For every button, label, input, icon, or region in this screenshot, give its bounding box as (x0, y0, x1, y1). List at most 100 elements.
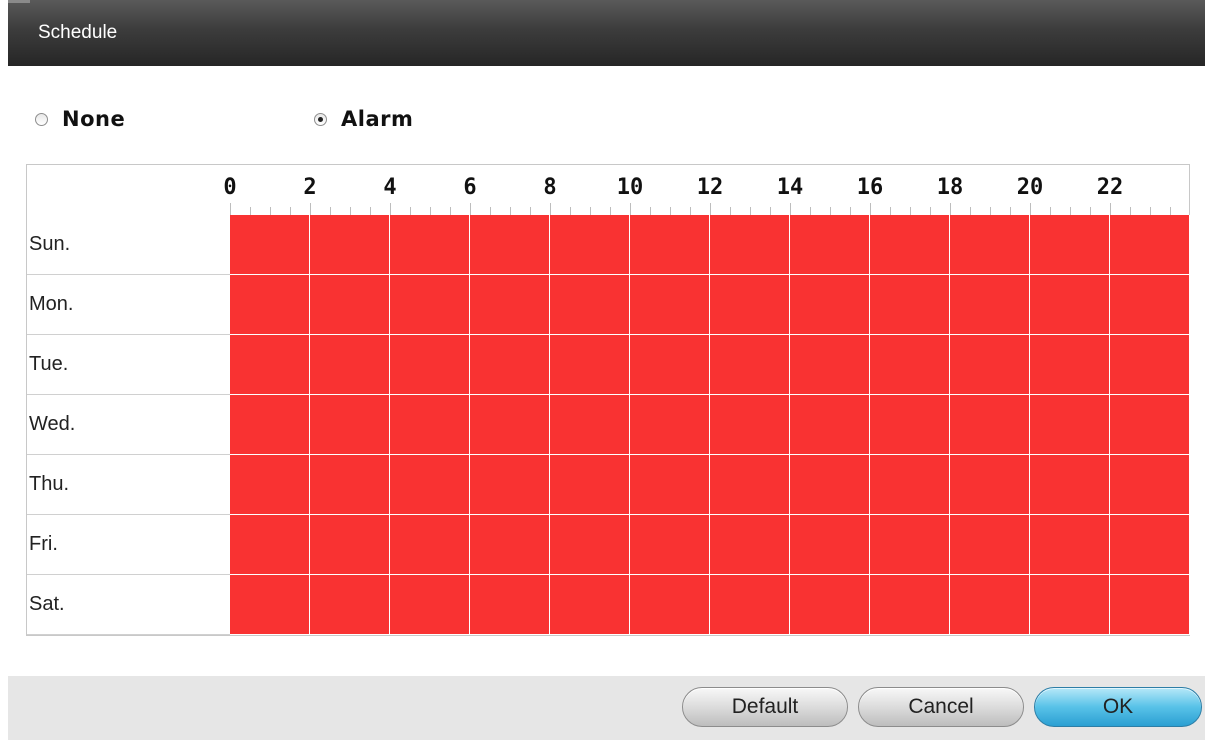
schedule-cell[interactable] (870, 275, 950, 335)
schedule-cell[interactable] (310, 335, 390, 395)
schedule-cell[interactable] (230, 395, 310, 455)
default-button[interactable]: Default (682, 687, 848, 727)
radio-alarm[interactable]: Alarm (314, 107, 413, 131)
schedule-cell[interactable] (710, 275, 790, 335)
schedule-cell[interactable] (950, 275, 1030, 335)
schedule-cell[interactable] (630, 215, 710, 275)
cancel-button[interactable]: Cancel (858, 687, 1024, 727)
schedule-cell[interactable] (470, 335, 550, 395)
schedule-cell[interactable] (390, 455, 470, 515)
schedule-cell[interactable] (790, 215, 870, 275)
schedule-cell[interactable] (230, 575, 310, 635)
schedule-cell[interactable] (870, 335, 950, 395)
schedule-cell[interactable] (1110, 515, 1190, 575)
radio-none[interactable]: None (35, 107, 125, 131)
schedule-cell[interactable] (790, 335, 870, 395)
schedule-cell[interactable] (790, 395, 870, 455)
schedule-cell[interactable] (630, 335, 710, 395)
hour-label: 8 (543, 175, 557, 200)
schedule-cell[interactable] (550, 335, 630, 395)
schedule-cell[interactable] (230, 515, 310, 575)
schedule-cell[interactable] (1030, 575, 1110, 635)
schedule-cell[interactable] (710, 515, 790, 575)
schedule-cell[interactable] (230, 335, 310, 395)
schedule-cell[interactable] (470, 515, 550, 575)
schedule-cell[interactable] (870, 455, 950, 515)
schedule-cell[interactable] (390, 215, 470, 275)
schedule-cell[interactable] (1110, 395, 1190, 455)
schedule-cell[interactable] (710, 575, 790, 635)
schedule-cell[interactable] (630, 575, 710, 635)
day-label: Mon. (27, 275, 231, 335)
radio-alarm-circle[interactable] (314, 112, 327, 126)
hour-label: 14 (776, 175, 804, 200)
schedule-cell[interactable] (310, 215, 390, 275)
schedule-cell[interactable] (870, 575, 950, 635)
schedule-cell[interactable] (1030, 395, 1110, 455)
schedule-cell[interactable] (630, 515, 710, 575)
schedule-cell[interactable] (310, 515, 390, 575)
schedule-cell[interactable] (710, 395, 790, 455)
schedule-cell[interactable] (950, 515, 1030, 575)
schedule-cell[interactable] (1030, 455, 1110, 515)
schedule-cell[interactable] (310, 575, 390, 635)
schedule-cell[interactable] (390, 335, 470, 395)
schedule-cell[interactable] (470, 215, 550, 275)
schedule-cell[interactable] (470, 275, 550, 335)
schedule-cell[interactable] (950, 395, 1030, 455)
schedule-cell[interactable] (310, 275, 390, 335)
schedule-cell[interactable] (950, 455, 1030, 515)
schedule-cell[interactable] (470, 455, 550, 515)
schedule-cell[interactable] (790, 275, 870, 335)
schedule-cell[interactable] (390, 395, 470, 455)
hour-label: 16 (856, 175, 884, 200)
schedule-cell[interactable] (630, 275, 710, 335)
schedule-cell[interactable] (870, 215, 950, 275)
schedule-cell[interactable] (470, 575, 550, 635)
schedule-cell[interactable] (550, 455, 630, 515)
schedule-cell[interactable] (950, 575, 1030, 635)
schedule-cell[interactable] (710, 335, 790, 395)
schedule-cell[interactable] (870, 395, 950, 455)
schedule-cell[interactable] (1110, 275, 1190, 335)
schedule-cell[interactable] (790, 575, 870, 635)
schedule-cell[interactable] (1110, 215, 1190, 275)
schedule-cell[interactable] (550, 575, 630, 635)
radio-none-label[interactable]: None (62, 107, 125, 131)
schedule-cell[interactable] (1110, 455, 1190, 515)
schedule-cell[interactable] (390, 575, 470, 635)
schedule-cell[interactable] (390, 275, 470, 335)
schedule-cell[interactable] (230, 215, 310, 275)
schedule-cell[interactable] (1030, 215, 1110, 275)
schedule-cell[interactable] (1110, 335, 1190, 395)
ok-button[interactable]: OK (1034, 687, 1202, 727)
schedule-cell[interactable] (630, 395, 710, 455)
schedule-cell[interactable] (1030, 275, 1110, 335)
schedule-cell[interactable] (1110, 575, 1190, 635)
schedule-cell[interactable] (790, 515, 870, 575)
schedule-cell[interactable] (630, 455, 710, 515)
schedule-cell[interactable] (1030, 515, 1110, 575)
schedule-cell[interactable] (230, 455, 310, 515)
schedule-cell[interactable] (950, 215, 1030, 275)
schedule-cell[interactable] (550, 515, 630, 575)
schedule-cell[interactable] (870, 515, 950, 575)
schedule-cell[interactable] (470, 395, 550, 455)
radio-none-circle[interactable] (35, 112, 48, 126)
schedule-cell[interactable] (550, 395, 630, 455)
schedule-cell[interactable] (390, 515, 470, 575)
button-bar (8, 676, 1205, 740)
schedule-cell[interactable] (550, 275, 630, 335)
schedule-cell[interactable] (790, 455, 870, 515)
radio-alarm-label[interactable]: Alarm (341, 107, 413, 131)
schedule-cell[interactable] (710, 455, 790, 515)
schedule-cell[interactable] (1030, 335, 1110, 395)
schedule-cell[interactable] (310, 455, 390, 515)
day-label: Tue. (27, 335, 231, 395)
schedule-cell[interactable] (310, 395, 390, 455)
schedule-cell[interactable] (710, 215, 790, 275)
schedule-cell[interactable] (230, 275, 310, 335)
schedule-cell[interactable] (550, 215, 630, 275)
day-label: Fri. (27, 515, 231, 575)
schedule-cell[interactable] (950, 335, 1030, 395)
